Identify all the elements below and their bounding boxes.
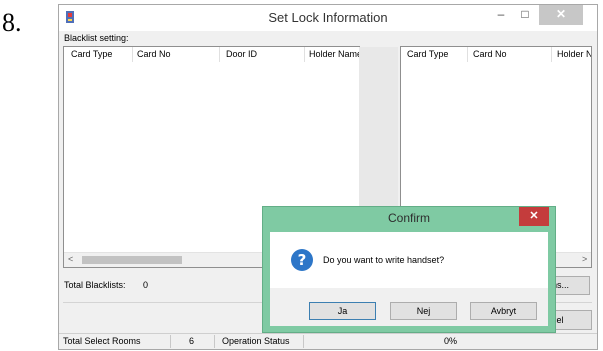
table-header: Card Type Card No Holder N — [401, 47, 591, 62]
table-header: Card Type Card No Door ID Holder Name — [64, 47, 359, 62]
column-header-holder-name[interactable]: Holder N — [557, 49, 591, 59]
column-header-card-type[interactable]: Card Type — [71, 49, 112, 59]
operation-status-label: Operation Status — [222, 336, 290, 346]
scroll-right-icon[interactable]: > — [582, 254, 587, 264]
scroll-left-icon[interactable]: < — [68, 254, 73, 264]
column-header-card-no[interactable]: Card No — [137, 49, 171, 59]
confirm-dialog: Confirm ✕ ? Do you want to write handset… — [262, 206, 556, 333]
progress-value: 0% — [444, 336, 458, 346]
blacklist-setting-label: Blacklist setting: — [64, 33, 129, 43]
question-icon: ? — [291, 249, 313, 271]
total-blacklists-label: Total Blacklists: — [64, 280, 126, 290]
dialog-title: Confirm — [387, 211, 430, 225]
cancel-dialog-button[interactable]: Avbryt — [470, 302, 537, 320]
column-header-door-id[interactable]: Door ID — [226, 49, 257, 59]
dialog-message: Do you want to write handset? — [323, 255, 445, 265]
status-bar: Total Select Rooms 6 Operation Status 0% — [59, 333, 597, 349]
column-header-card-type[interactable]: Card Type — [407, 49, 448, 59]
dialog-close-button[interactable]: ✕ — [519, 207, 549, 226]
total-blacklists-value: 0 — [143, 280, 149, 290]
no-button[interactable]: Nej — [390, 302, 457, 320]
dialog-button-bar: Ja Nej Avbryt — [270, 288, 548, 326]
yes-button[interactable]: Ja — [309, 302, 376, 320]
step-number: 8. — [2, 8, 22, 37]
column-header-card-no[interactable]: Card No — [473, 49, 507, 59]
scrollbar-thumb[interactable] — [82, 256, 182, 264]
dialog-body: ? Do you want to write handset? — [270, 232, 548, 288]
total-select-rooms-value: 6 — [189, 336, 195, 346]
total-select-rooms-label: Total Select Rooms — [63, 336, 141, 346]
minimize-button[interactable]: – — [490, 5, 512, 25]
maximize-button[interactable]: □ — [514, 5, 536, 25]
title-bar: Set Lock Information – □ ✕ — [59, 5, 597, 31]
close-button[interactable]: ✕ — [539, 5, 583, 25]
column-header-holder-name[interactable]: Holder Name — [309, 49, 359, 59]
